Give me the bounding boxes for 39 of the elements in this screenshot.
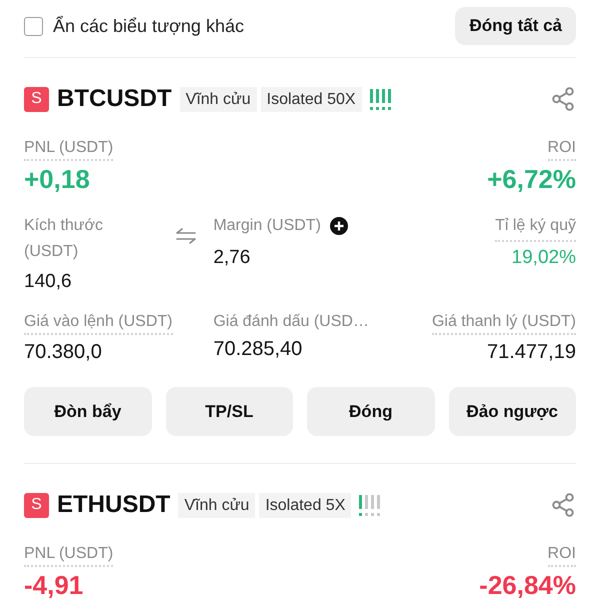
action-button[interactable]: TP/SL xyxy=(166,387,293,436)
action-button[interactable]: Đảo ngược xyxy=(448,387,576,436)
roi-label[interactable]: ROI xyxy=(548,544,576,567)
size-label: Kích thước (USDT) xyxy=(24,216,104,262)
contract-tag: Isolated 50X xyxy=(260,86,362,112)
pnl-label[interactable]: PNL (USDT) xyxy=(24,138,114,161)
contract-tag: Vĩnh cửu xyxy=(180,86,257,112)
checkbox-label[interactable]: Ẩn các biểu tượng khác xyxy=(53,12,244,40)
symbol-title: BTCUSDT xyxy=(57,85,172,113)
margin-value: 2,76 xyxy=(213,246,250,270)
price-label[interactable]: Giá vào lệnh (USDT) xyxy=(24,312,172,335)
contract-tag: Isolated 5X xyxy=(259,492,352,518)
action-button[interactable]: Đóng xyxy=(307,387,434,436)
pnl-label[interactable]: PNL (USDT) xyxy=(24,544,114,567)
share-icon[interactable] xyxy=(550,492,576,518)
margin-ratio-label[interactable]: Tỉ lệ ký quỹ xyxy=(495,213,576,242)
size-value: 140,6 xyxy=(24,270,72,294)
plus-circle-icon[interactable] xyxy=(330,217,348,235)
share-icon[interactable] xyxy=(550,86,576,112)
pnl-value: -4,91 xyxy=(24,572,84,598)
side-badge: S xyxy=(24,492,49,518)
price-value: 70.285,40 xyxy=(213,337,302,361)
margin-ratio-value: 19,02% xyxy=(512,246,576,270)
price-label[interactable]: Giá thanh lý (USDT) xyxy=(432,312,576,335)
swap-arrows-icon[interactable] xyxy=(176,228,196,244)
roi-value: +6,72% xyxy=(487,166,576,192)
checkbox[interactable] xyxy=(24,16,43,36)
side-badge: S xyxy=(24,86,49,112)
action-button[interactable]: Đòn bẩy xyxy=(24,387,152,436)
symbol-title: ETHUSDT xyxy=(57,491,170,519)
price-value: 70.380,0 xyxy=(24,340,102,364)
roi-value: -26,84% xyxy=(479,572,576,598)
close-all-button[interactable]: Đóng tất cả xyxy=(455,7,576,45)
price-value: 71.477,19 xyxy=(487,340,576,364)
contract-tag: Vĩnh cửu xyxy=(178,492,256,518)
roi-label[interactable]: ROI xyxy=(548,138,576,161)
pnl-value: +0,18 xyxy=(24,166,90,192)
price-label: Giá đánh dấu (USD… xyxy=(213,312,369,332)
margin-label: Margin (USDT) xyxy=(213,216,321,236)
